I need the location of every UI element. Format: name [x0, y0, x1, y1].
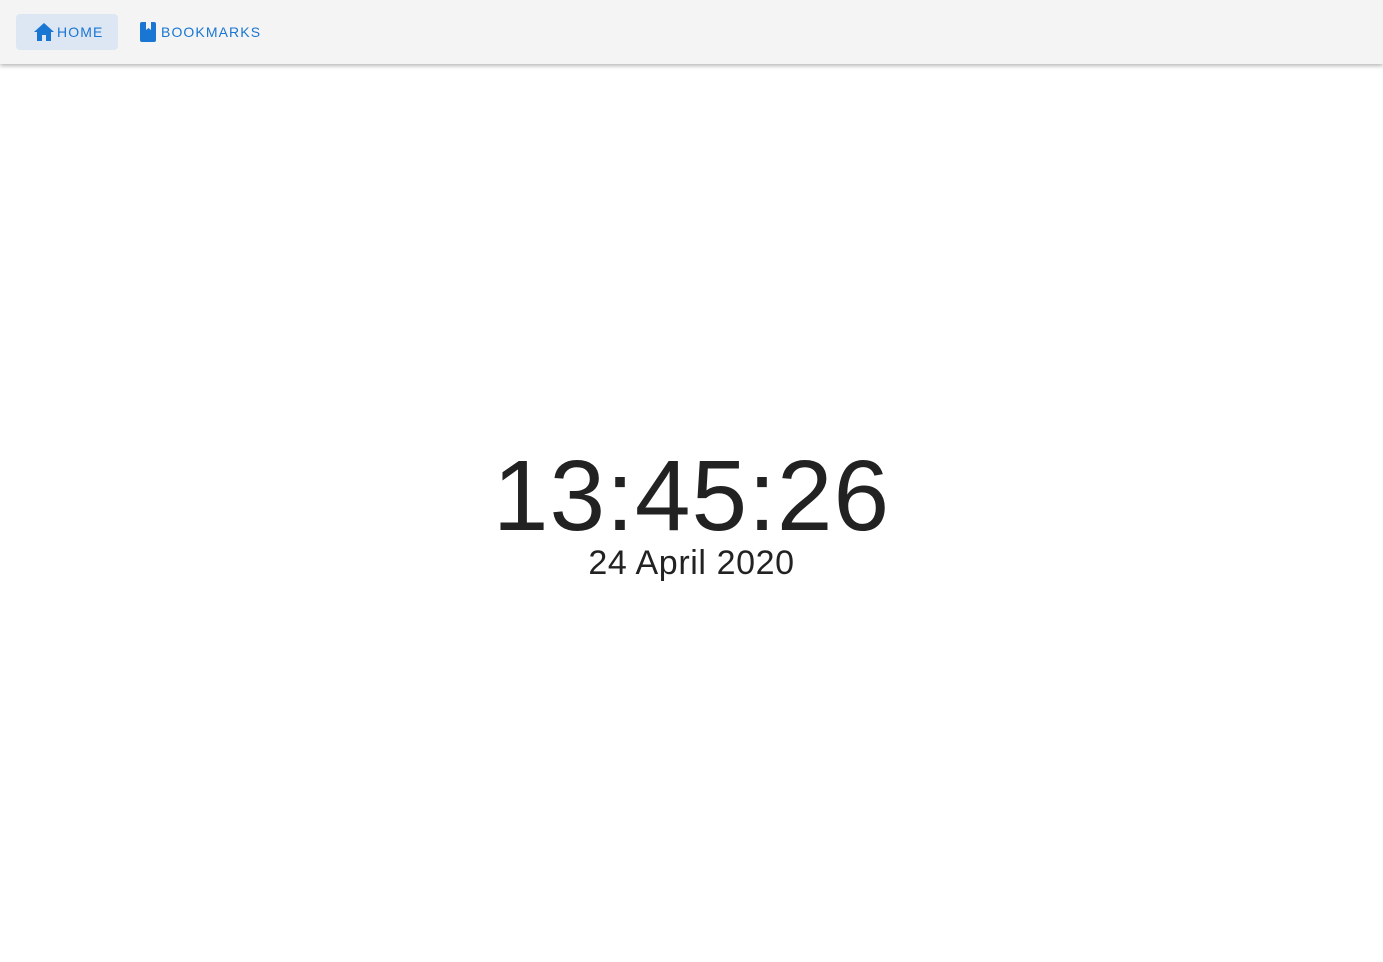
- bookmark-icon: [137, 21, 159, 43]
- clock-time: 13:45:26: [492, 440, 891, 552]
- app-toolbar: HOME BOOKMARKS: [0, 0, 1383, 64]
- clock-date: 24 April 2020: [588, 544, 795, 582]
- bookmarks-button[interactable]: BOOKMARKS: [128, 14, 264, 50]
- home-button[interactable]: HOME: [16, 14, 118, 50]
- home-icon: [33, 21, 55, 43]
- home-label: HOME: [57, 24, 104, 40]
- bookmarks-label: BOOKMARKS: [161, 24, 262, 40]
